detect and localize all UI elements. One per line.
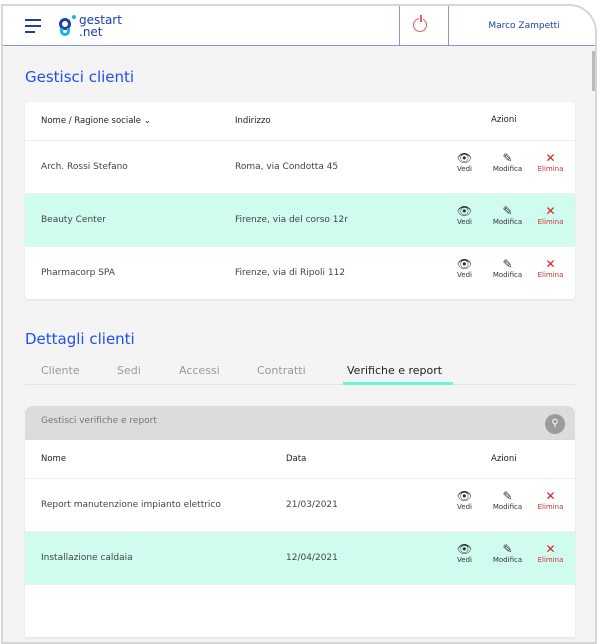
section-title: Dettagli clienti: [25, 330, 135, 348]
table-row[interactable]: Report manutenzione impianto elettrico 2…: [25, 478, 575, 531]
close-icon: ✕: [545, 151, 556, 165]
view-button[interactable]: 👁 Vedi: [443, 151, 486, 173]
close-icon: ✕: [545, 542, 556, 556]
column-header-address: Indirizzo: [235, 116, 271, 126]
delete-button[interactable]: ✕ Elimina: [529, 257, 572, 279]
edit-button[interactable]: ✎ Modifica: [486, 542, 529, 564]
eye-icon: 👁: [456, 257, 473, 271]
page-title: Gestisci clienti: [25, 68, 135, 86]
tab-accessi[interactable]: Accessi: [179, 364, 220, 377]
edit-icon: ✎: [502, 204, 513, 218]
edit-button[interactable]: ✎ Modifica: [486, 204, 529, 226]
table-header: Nome / Ragione sociale ⌄ Indirizzo Azion…: [25, 102, 575, 140]
eye-icon: 👁: [456, 151, 473, 165]
row-actions: 👁 Vedi ✎ Modifica ✕ Elimina: [443, 489, 572, 511]
top-bar: gestart .net Marco Zampetti: [3, 6, 595, 46]
client-address: Roma, via Condotta 45: [235, 162, 339, 172]
user-name[interactable]: Marco Zampetti: [449, 21, 595, 31]
delete-button[interactable]: ✕ Elimina: [529, 151, 572, 173]
client-address: Firenze, via di Ripoli 112: [235, 268, 346, 278]
client-name: Arch. Rossi Stefano: [41, 162, 128, 172]
column-header-actions: Azioni: [491, 115, 517, 125]
column-header-actions: Azioni: [491, 454, 517, 464]
eye-icon: 👁: [456, 489, 473, 503]
search-input[interactable]: [41, 416, 491, 426]
table-row[interactable]: Beauty Center Firenze, via del corso 12r…: [25, 193, 575, 246]
report-name: Report manutenzione impianto elettrico: [41, 500, 221, 510]
close-icon: ✕: [545, 489, 556, 503]
client-name: Pharmacorp SPA: [41, 268, 115, 278]
tab-sedi[interactable]: Sedi: [117, 364, 141, 377]
edit-button[interactable]: ✎ Modifica: [486, 489, 529, 511]
client-address: Firenze, via del corso 12r: [235, 215, 348, 225]
row-actions: 👁 Vedi ✎ Modifica ✕ Elimina: [443, 151, 572, 173]
table-row[interactable]: Pharmacorp SPA Firenze, via di Ripoli 11…: [25, 246, 575, 299]
client-name: Beauty Center: [41, 215, 106, 225]
tab-verifiche-report[interactable]: Verifiche e report: [343, 364, 453, 385]
row-actions: 👁 Vedi ✎ Modifica ✕ Elimina: [443, 204, 572, 226]
app-window: gestart .net Marco Zampetti Gestisci clie…: [1, 4, 597, 644]
scrollbar[interactable]: [592, 51, 595, 91]
logo-line2: .net: [79, 25, 103, 39]
table-row[interactable]: Installazione caldaia 12/04/2021 👁 Vedi ✎…: [25, 531, 575, 584]
edit-icon: ✎: [502, 257, 513, 271]
delete-button[interactable]: ✕ Elimina: [529, 489, 572, 511]
edit-button[interactable]: ✎ Modifica: [486, 151, 529, 173]
reports-table: Nome Data Azioni Report manutenzione imp…: [25, 440, 575, 637]
view-button[interactable]: 👁 Vedi: [443, 257, 486, 279]
tab-cliente[interactable]: Cliente: [41, 364, 80, 377]
report-name: Installazione caldaia: [41, 553, 133, 563]
view-button[interactable]: 👁 Vedi: [443, 204, 486, 226]
table-header: Nome Data Azioni: [25, 440, 575, 478]
close-icon: ✕: [545, 204, 556, 218]
report-date: 21/03/2021: [286, 500, 338, 510]
logo[interactable]: gestart .net: [59, 14, 122, 38]
delete-button[interactable]: ✕ Elimina: [529, 542, 572, 564]
view-button[interactable]: 👁 Vedi: [443, 489, 486, 511]
row-actions: 👁 Vedi ✎ Modifica ✕ Elimina: [443, 542, 572, 564]
edit-icon: ✎: [502, 542, 513, 556]
row-actions: 👁 Vedi ✎ Modifica ✕ Elimina: [443, 257, 572, 279]
tab-contratti[interactable]: Contratti: [257, 364, 306, 377]
clients-table: Nome / Ragione sociale ⌄ Indirizzo Azion…: [25, 102, 575, 299]
column-header-name: Nome: [41, 454, 67, 464]
table-row[interactable]: Arch. Rossi Stefano Roma, via Condotta 4…: [25, 140, 575, 193]
eye-icon: 👁: [456, 204, 473, 218]
divider: [399, 6, 400, 46]
chevron-down-icon: ⌄: [143, 116, 151, 126]
column-header-name[interactable]: Nome / Ragione sociale ⌄: [41, 116, 151, 126]
details-tabs: Cliente Sedi Accessi Contratti Verifiche…: [25, 364, 575, 385]
close-icon: ✕: [545, 257, 556, 271]
eye-icon: 👁: [456, 542, 473, 556]
view-button[interactable]: 👁 Vedi: [443, 542, 486, 564]
search-icon[interactable]: ⚲: [545, 414, 565, 434]
menu-icon[interactable]: [25, 19, 41, 37]
report-date: 12/04/2021: [286, 553, 338, 563]
table-row[interactable]: [25, 584, 575, 637]
power-icon[interactable]: [413, 15, 427, 32]
edit-icon: ✎: [502, 151, 513, 165]
logo-mark-icon: [59, 15, 76, 37]
column-header-date: Data: [286, 454, 307, 464]
edit-button[interactable]: ✎ Modifica: [486, 257, 529, 279]
edit-icon: ✎: [502, 489, 513, 503]
delete-button[interactable]: ✕ Elimina: [529, 204, 572, 226]
